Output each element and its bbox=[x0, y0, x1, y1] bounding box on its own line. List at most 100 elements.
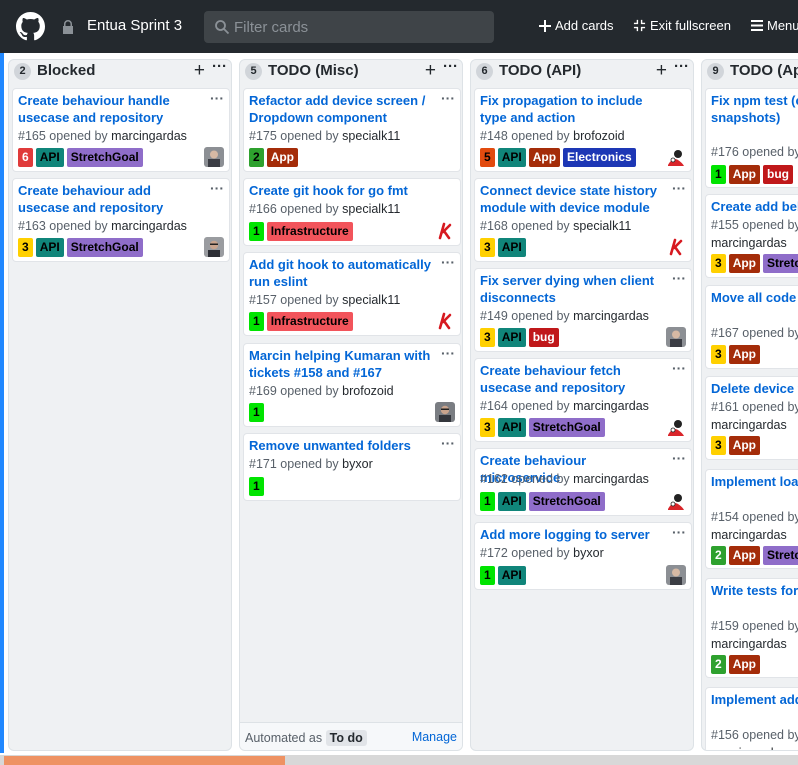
author-link[interactable]: marcingardas bbox=[573, 309, 649, 323]
add-card-plus-icon[interactable]: + bbox=[425, 61, 436, 80]
card-more-icon[interactable]: ··· bbox=[672, 524, 686, 540]
author-link[interactable]: byxor bbox=[342, 457, 373, 471]
author-link[interactable]: marcingardas bbox=[573, 472, 649, 486]
scrollbar-thumb[interactable] bbox=[4, 756, 285, 765]
github-logo-icon[interactable] bbox=[16, 12, 45, 41]
issue-card[interactable]: Create behaviour handle usecase and repo… bbox=[12, 88, 230, 172]
issue-card[interactable]: Create behaviour add usecase and reposit… bbox=[12, 178, 230, 262]
label-badge[interactable]: App bbox=[528, 148, 561, 167]
avatar[interactable] bbox=[666, 327, 686, 347]
issue-card[interactable]: Write tests for e reducers #159 opened b… bbox=[705, 578, 798, 678]
card-title[interactable]: Connect device state history module with… bbox=[480, 183, 662, 216]
issue-card[interactable]: Add git hook to automatically run eslint… bbox=[243, 252, 461, 336]
issue-card[interactable]: Move all code t within Redux #167 opened… bbox=[705, 285, 798, 369]
label-badge[interactable]: App bbox=[728, 436, 761, 455]
label-badge[interactable]: App bbox=[728, 165, 761, 184]
author-link[interactable]: specialk11 bbox=[573, 219, 631, 233]
card-more-icon[interactable]: ··· bbox=[672, 360, 686, 376]
issue-card[interactable]: Fix npm test (component/sc snapshots) #1… bbox=[705, 88, 798, 188]
label-badge[interactable]: App bbox=[266, 148, 299, 167]
issue-card[interactable]: Create add beh #155 opened by marcingard… bbox=[705, 194, 798, 278]
avatar[interactable] bbox=[435, 221, 455, 241]
label-badge[interactable]: bug bbox=[528, 328, 559, 347]
label-badge[interactable]: 5 bbox=[480, 148, 495, 167]
label-badge[interactable]: bug bbox=[763, 165, 794, 184]
label-badge[interactable]: API bbox=[497, 148, 526, 167]
add-cards-button[interactable]: Add cards bbox=[539, 18, 614, 33]
column-menu-kebab-icon[interactable]: ··· bbox=[674, 60, 689, 75]
label-badge[interactable]: 2 bbox=[249, 148, 264, 167]
author-link[interactable]: marcingardas bbox=[711, 418, 787, 432]
label-badge[interactable]: App bbox=[728, 655, 761, 674]
author-link[interactable]: marcingardas bbox=[711, 236, 787, 250]
author-link[interactable]: marcingardas bbox=[573, 399, 649, 413]
card-title[interactable]: Fix server dying when client disconnects bbox=[480, 273, 662, 306]
issue-card[interactable]: Fix propagation to include type and acti… bbox=[474, 88, 692, 172]
menu-button[interactable]: Menu bbox=[751, 18, 798, 33]
issue-card[interactable]: Implement add behaviours with #156 opene… bbox=[705, 687, 798, 750]
avatar[interactable] bbox=[204, 237, 224, 257]
label-badge[interactable]: 3 bbox=[480, 238, 495, 257]
label-badge[interactable]: StretchGoal bbox=[528, 418, 605, 437]
author-link[interactable]: marcingardas bbox=[711, 746, 787, 750]
author-link[interactable]: brofozoid bbox=[342, 384, 393, 398]
card-more-icon[interactable]: ··· bbox=[441, 345, 455, 361]
label-badge[interactable]: 1 bbox=[711, 165, 726, 184]
author-link[interactable]: specialk11 bbox=[342, 293, 400, 307]
label-badge[interactable]: 3 bbox=[711, 345, 726, 364]
label-badge[interactable]: API bbox=[497, 238, 526, 257]
card-title[interactable]: Delete device fu bbox=[711, 381, 798, 398]
author-link[interactable]: marcingardas bbox=[711, 637, 787, 651]
label-badge[interactable]: Infrastructure bbox=[266, 222, 353, 241]
label-badge[interactable]: App bbox=[728, 254, 761, 273]
label-badge[interactable]: 1 bbox=[249, 477, 264, 496]
horizontal-scrollbar[interactable] bbox=[0, 755, 798, 765]
avatar[interactable] bbox=[666, 237, 686, 257]
label-badge[interactable]: Infrastructure bbox=[266, 312, 353, 331]
card-title[interactable]: Implement add behaviours with bbox=[711, 692, 798, 709]
label-badge[interactable]: 3 bbox=[480, 328, 495, 347]
card-more-icon[interactable]: ··· bbox=[210, 180, 224, 196]
card-title[interactable]: Write tests for e reducers bbox=[711, 583, 798, 600]
author-link[interactable]: brofozoid bbox=[573, 129, 624, 143]
author-link[interactable]: specialk11 bbox=[342, 202, 400, 216]
avatar[interactable] bbox=[435, 311, 455, 331]
label-badge[interactable]: 2 bbox=[711, 546, 726, 565]
author-link[interactable]: marcingardas bbox=[711, 528, 787, 542]
author-link[interactable]: byxor bbox=[573, 546, 604, 560]
project-title[interactable]: Entua Sprint 3 bbox=[87, 17, 182, 34]
label-badge[interactable]: 1 bbox=[249, 403, 264, 422]
card-more-icon[interactable]: ··· bbox=[672, 450, 686, 466]
label-badge[interactable]: StretchGoal bbox=[66, 148, 143, 167]
card-more-icon[interactable]: ··· bbox=[441, 254, 455, 270]
label-badge[interactable]: API bbox=[35, 238, 64, 257]
card-more-icon[interactable]: ··· bbox=[672, 270, 686, 286]
issue-card[interactable]: Create git hook for go fmt #166 opened b… bbox=[243, 178, 461, 246]
issue-card[interactable]: Marcin helping Kumaran with tickets #158… bbox=[243, 343, 461, 427]
label-badge[interactable]: 1 bbox=[249, 222, 264, 241]
issue-card[interactable]: Fix server dying when client disconnects… bbox=[474, 268, 692, 352]
card-title[interactable]: Create behaviour handle usecase and repo… bbox=[18, 93, 200, 126]
issue-card[interactable]: Implement load behaviours list #154 open… bbox=[705, 469, 798, 569]
label-badge[interactable]: Electronics bbox=[563, 148, 636, 167]
label-badge[interactable]: 3 bbox=[480, 418, 495, 437]
label-badge[interactable]: API bbox=[497, 566, 526, 585]
avatar[interactable] bbox=[435, 402, 455, 422]
issue-card[interactable]: Create behaviour fetch usecase and repos… bbox=[474, 358, 692, 442]
card-title[interactable]: Create behaviour add usecase and reposit… bbox=[18, 183, 200, 216]
card-title[interactable]: Fix npm test (component/sc snapshots) bbox=[711, 93, 798, 126]
card-title[interactable]: Create add beh bbox=[711, 199, 798, 216]
label-badge[interactable]: Stretc bbox=[763, 546, 798, 565]
card-more-icon[interactable]: ··· bbox=[210, 90, 224, 106]
issue-card[interactable]: Delete device fu #161 opened by marcinga… bbox=[705, 376, 798, 460]
avatar[interactable] bbox=[666, 491, 686, 511]
label-badge[interactable]: API bbox=[497, 492, 526, 511]
label-badge[interactable]: StretchGoal bbox=[528, 492, 605, 511]
add-card-plus-icon[interactable]: + bbox=[194, 61, 205, 80]
card-more-icon[interactable]: ··· bbox=[441, 435, 455, 451]
card-more-icon[interactable]: ··· bbox=[441, 90, 455, 106]
issue-card[interactable]: Remove unwanted folders ··· #171 opened … bbox=[243, 433, 461, 501]
issue-card[interactable]: Create behaviour microservice ··· #162 o… bbox=[474, 448, 692, 516]
issue-card[interactable]: Refactor add device screen / Dropdown co… bbox=[243, 88, 461, 172]
label-badge[interactable]: 3 bbox=[711, 254, 726, 273]
